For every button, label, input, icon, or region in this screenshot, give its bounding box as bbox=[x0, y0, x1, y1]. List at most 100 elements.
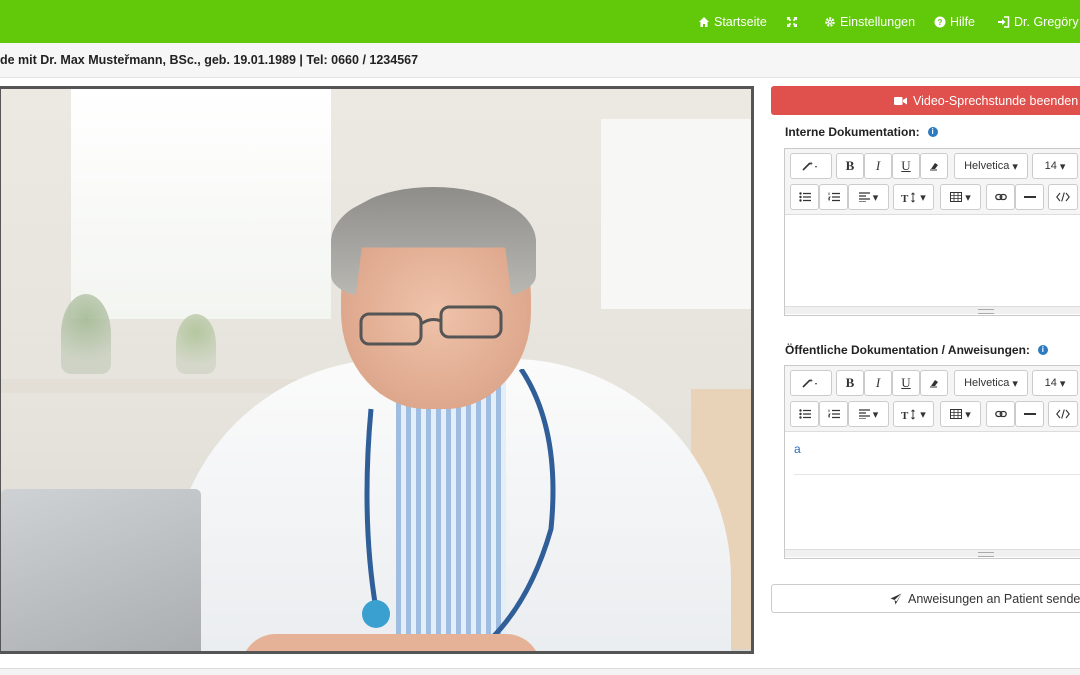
top-navbar: Startseite Einstellungen ? Hilfe Dr. Gre… bbox=[0, 0, 1080, 43]
svg-text:T: T bbox=[901, 410, 909, 420]
svg-text:?: ? bbox=[938, 18, 943, 27]
font-family-value: Helvetica bbox=[964, 377, 1010, 389]
send-instructions-button[interactable]: Anweisungen an Patient senden bbox=[771, 584, 1080, 613]
italic-button[interactable]: I bbox=[864, 153, 892, 179]
nav-user-label: Dr. Gregöry H bbox=[1014, 14, 1080, 29]
internal-doc-heading: Interne Dokumentation: i bbox=[785, 125, 938, 139]
clear-format-button[interactable] bbox=[920, 153, 948, 179]
align-left-icon bbox=[858, 409, 870, 419]
end-video-consultation-button[interactable]: Video-Sprechstunde beenden bbox=[771, 86, 1080, 115]
background-window-right bbox=[601, 119, 751, 309]
underline-button[interactable]: U bbox=[892, 370, 920, 396]
editor-toolbar: B I U Helvetica ▾ 14 ▾ ▾ T ▾ ▾ bbox=[785, 149, 1080, 215]
home-icon bbox=[699, 16, 709, 27]
minus-icon bbox=[1023, 196, 1036, 198]
list-ol-icon bbox=[827, 192, 840, 202]
text-height-icon: T bbox=[901, 408, 916, 420]
font-size-dropdown[interactable]: 14 ▾ bbox=[1032, 153, 1078, 179]
font-size-value: 14 bbox=[1044, 377, 1057, 389]
eraser-icon bbox=[930, 163, 938, 171]
magic-wand-icon bbox=[802, 378, 817, 388]
numbered-list-button[interactable] bbox=[819, 184, 848, 210]
font-family-dropdown[interactable]: Helvetica ▾ bbox=[954, 153, 1028, 179]
bold-button[interactable]: B bbox=[836, 153, 864, 179]
code-view-button[interactable] bbox=[1048, 184, 1078, 210]
editor-resize-handle[interactable] bbox=[785, 549, 1080, 557]
code-icon bbox=[1056, 409, 1070, 419]
stethoscope bbox=[362, 369, 556, 641]
minus-icon bbox=[1023, 413, 1036, 415]
magic-style-button[interactable] bbox=[790, 153, 832, 179]
clear-format-button[interactable] bbox=[920, 370, 948, 396]
font-size-dropdown[interactable]: 14 ▾ bbox=[1032, 370, 1078, 396]
doctor-hands bbox=[241, 634, 541, 651]
paper-plane-icon bbox=[890, 593, 902, 604]
public-doc-content: a bbox=[794, 442, 801, 456]
background-plant bbox=[61, 294, 111, 374]
public-doc-textarea[interactable]: a bbox=[785, 432, 1080, 549]
line-height-dropdown[interactable]: T ▾ bbox=[893, 401, 934, 427]
video-camera-icon bbox=[894, 96, 907, 105]
doctor-glasses bbox=[359, 305, 503, 346]
italic-button[interactable]: I bbox=[864, 370, 892, 396]
info-icon[interactable]: i bbox=[1037, 345, 1048, 355]
list-ul-icon bbox=[798, 192, 811, 202]
nav-settings[interactable]: Einstellungen bbox=[824, 0, 915, 43]
link-icon bbox=[994, 410, 1007, 418]
public-doc-heading: Öffentliche Dokumentation / Anweisungen:… bbox=[785, 343, 1048, 357]
bullet-list-button[interactable] bbox=[790, 184, 819, 210]
code-view-button[interactable] bbox=[1048, 401, 1078, 427]
underline-button[interactable]: U bbox=[892, 153, 920, 179]
nav-startseite[interactable]: Startseite bbox=[698, 0, 767, 43]
link-icon bbox=[994, 193, 1007, 201]
magic-wand-icon bbox=[802, 161, 817, 171]
code-icon bbox=[1056, 192, 1070, 202]
question-circle-icon: ? bbox=[934, 16, 946, 27]
info-icon[interactable]: i bbox=[927, 127, 938, 137]
magic-style-button[interactable] bbox=[790, 370, 832, 396]
link-button[interactable] bbox=[986, 184, 1015, 210]
fullscreen-button[interactable] bbox=[786, 0, 802, 43]
internal-doc-textarea[interactable] bbox=[785, 215, 1080, 306]
video-feed[interactable] bbox=[0, 86, 754, 654]
text-height-icon: T bbox=[901, 191, 916, 203]
sign-in-icon bbox=[998, 15, 1010, 28]
fullscreen-icon bbox=[787, 16, 797, 27]
table-dropdown[interactable]: ▾ bbox=[940, 184, 981, 210]
align-dropdown[interactable]: ▾ bbox=[848, 184, 889, 210]
end-video-label: Video-Sprechstunde beenden bbox=[913, 93, 1079, 108]
bold-button[interactable]: B bbox=[836, 370, 864, 396]
numbered-list-button[interactable] bbox=[819, 401, 848, 427]
svg-text:T: T bbox=[901, 193, 909, 203]
link-button[interactable] bbox=[986, 401, 1015, 427]
list-ul-icon bbox=[798, 409, 811, 419]
background-plant-small bbox=[176, 314, 216, 374]
internal-doc-editor: B I U Helvetica ▾ 14 ▾ ▾ T ▾ ▾ bbox=[784, 148, 1080, 316]
patient-info-bar: de mit Dr. Max Musteřmann, BSc., geb. 19… bbox=[0, 43, 1080, 78]
font-family-dropdown[interactable]: Helvetica ▾ bbox=[954, 370, 1028, 396]
public-doc-label: Öffentliche Dokumentation / Anweisungen: bbox=[785, 343, 1030, 357]
list-ol-icon bbox=[827, 409, 840, 419]
line-height-dropdown[interactable]: T ▾ bbox=[893, 184, 934, 210]
nav-settings-label: Einstellungen bbox=[840, 14, 916, 29]
divider bbox=[794, 474, 1080, 475]
editor-resize-handle[interactable] bbox=[785, 306, 1080, 314]
nav-user[interactable]: Dr. Gregöry H bbox=[997, 0, 1080, 43]
internal-doc-label: Interne Dokumentation: bbox=[785, 125, 920, 139]
horizontal-rule-button[interactable] bbox=[1015, 401, 1044, 427]
horizontal-rule-button[interactable] bbox=[1015, 184, 1044, 210]
editor-toolbar: B I U Helvetica ▾ 14 ▾ ▾ T ▾ ▾ bbox=[785, 366, 1080, 432]
table-dropdown[interactable]: ▾ bbox=[940, 401, 981, 427]
gear-icon bbox=[825, 16, 835, 27]
eraser-icon bbox=[930, 380, 938, 388]
align-left-icon bbox=[858, 192, 870, 202]
background-window bbox=[71, 89, 331, 319]
patient-info-text: de mit Dr. Max Musteřmann, BSc., geb. 19… bbox=[0, 53, 419, 67]
table-icon bbox=[950, 409, 963, 419]
send-instructions-label: Anweisungen an Patient senden bbox=[908, 591, 1080, 606]
bullet-list-button[interactable] bbox=[790, 401, 819, 427]
nav-startseite-label: Startseite bbox=[714, 14, 767, 29]
align-dropdown[interactable]: ▾ bbox=[848, 401, 889, 427]
public-doc-editor: B I U Helvetica ▾ 14 ▾ ▾ T ▾ ▾ a bbox=[784, 365, 1080, 559]
nav-help[interactable]: ? Hilfe bbox=[934, 0, 975, 43]
